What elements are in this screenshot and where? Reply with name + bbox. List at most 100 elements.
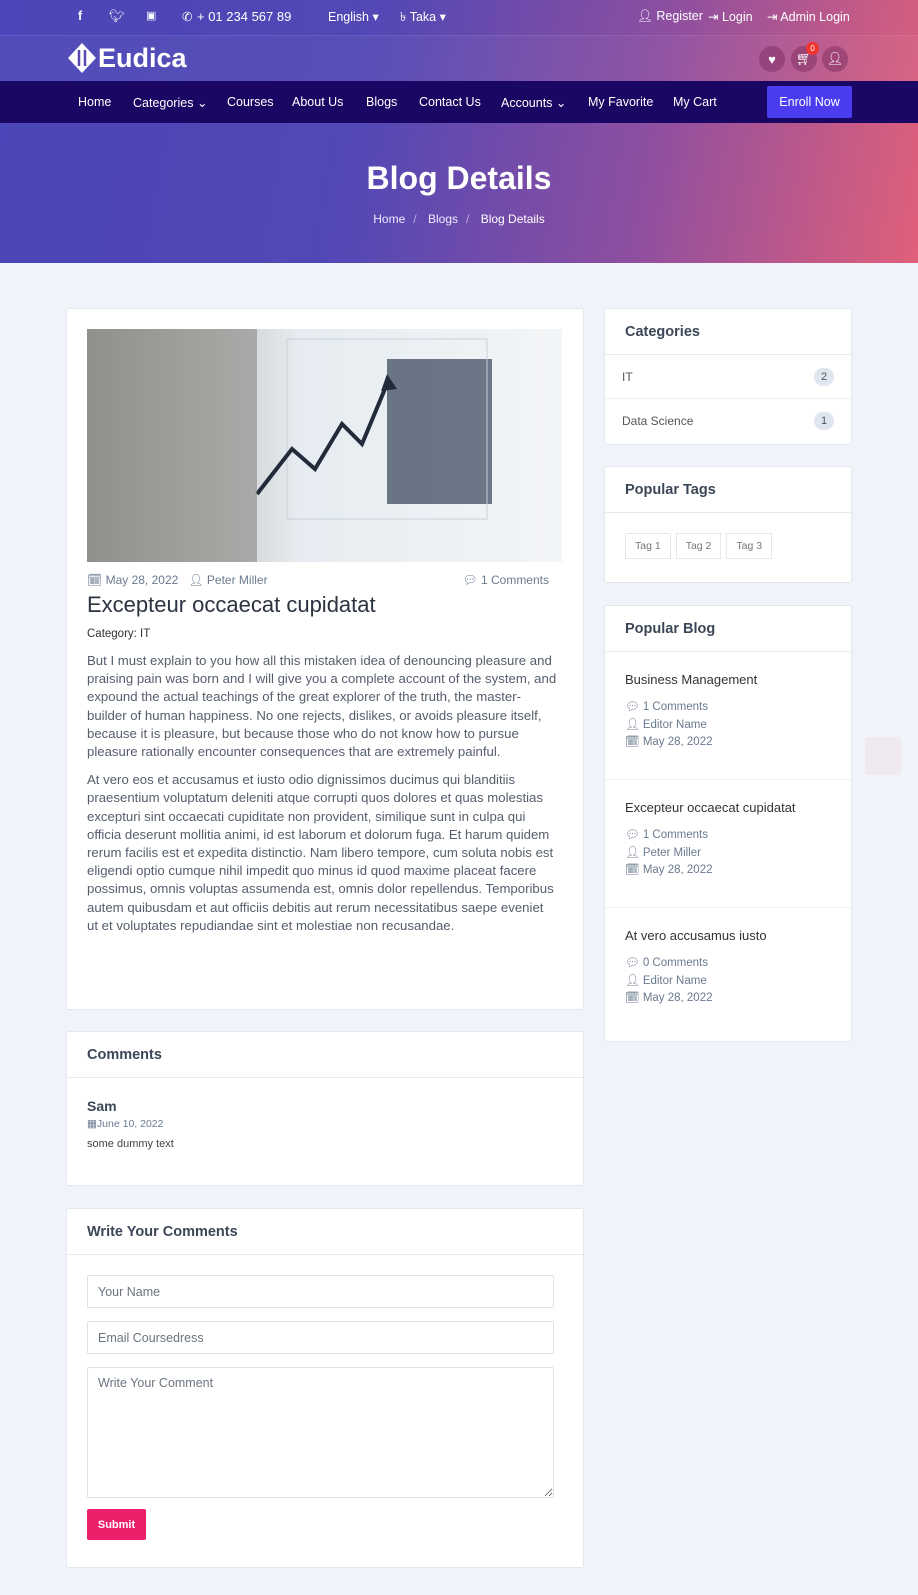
nav-blogs[interactable]: Blogs [366,95,397,109]
nav-accounts-label: Accounts [501,96,553,110]
login-link[interactable]: ⇥ Login [708,9,753,24]
post-title: Excepteur occaecat cupidatat [87,592,376,617]
popular-blog-item[interactable]: At vero accusamus iusto 💬︎ 0 Comments 👤︎… [605,908,851,1036]
scroll-to-top-button[interactable] [865,737,901,775]
tags-title: Popular Tags [605,467,851,513]
favorite-heart-icon[interactable]: ♥ [759,46,785,72]
logo[interactable]: Eudica [66,42,187,74]
user-icon: 👤︎ [188,573,204,587]
nav-my-cart[interactable]: My Cart [673,95,717,109]
comments-label: 1 Comments [642,829,708,841]
category-name: IT [622,369,633,384]
author-label: Editor Name [642,974,707,987]
submit-button[interactable]: Submit [87,1509,146,1540]
category-item[interactable]: Data Science 1 [605,399,851,443]
comment-author: Sam [87,1098,117,1114]
category-count: 1 [814,412,834,430]
author-label: Editor Name [642,718,707,731]
blog-image [87,329,562,562]
name-input[interactable] [87,1275,554,1308]
nav-about[interactable]: About Us [292,95,343,109]
breadcrumb-home[interactable]: Home [373,212,405,226]
language-select[interactable]: English ▾ [328,9,379,24]
popular-blog-author: 👤︎ Editor Name [625,973,831,991]
calendar-icon: 🗓︎ [625,864,640,876]
nav-home[interactable]: Home [78,95,111,109]
popular-blog-comments: 💬︎ 1 Comments [625,699,831,717]
currency-label: Taka [409,10,437,24]
tag-list: Tag 1 Tag 2 Tag 3 [605,513,851,579]
popular-blog-item-title[interactable]: At vero accusamus iusto [625,928,831,943]
comments-label: 1 Comments [642,701,708,713]
popular-blog-item-title[interactable]: Excepteur occaecat cupidatat [625,800,831,815]
comment-form-card: Write Your Comments Submit [66,1208,584,1568]
breadcrumb-blogs[interactable]: Blogs [428,212,458,226]
tags-card: Popular Tags Tag 1 Tag 2 Tag 3 [604,466,852,583]
phone-number: + 01 234 567 89 [197,9,292,24]
admin-login-label: Admin Login [780,10,850,24]
admin-login-link[interactable]: ⇥ Admin Login [767,9,850,24]
date-label: May 28, 2022 [642,736,713,748]
post-author[interactable]: Peter Miller [207,573,268,587]
tag[interactable]: Tag 2 [675,533,722,559]
breadcrumb: Home / Blogs / Blog Details [373,212,545,226]
currency-select[interactable]: ৳ Taka ▾ [400,9,446,29]
chevron-down-icon: ⌄ [555,96,567,110]
tag[interactable]: Tag 1 [625,533,671,559]
comment-textarea[interactable] [87,1367,554,1498]
facebook-icon[interactable]: f [78,9,82,23]
calendar-icon: 🗓︎ [625,736,640,748]
twitter-icon[interactable]: 🐦︎ [109,9,125,24]
youtube-icon[interactable]: ▣ [146,9,156,22]
nav-accounts[interactable]: Accounts ⌄ [501,95,566,110]
categories-title: Categories [605,309,851,355]
nav-my-favorite[interactable]: My Favorite [588,95,653,109]
categories-card: Categories IT 2 Data Science 1 [604,308,852,445]
chevron-down-icon: ⌄ [196,96,208,110]
comment-date-label: June 10, 2022 [96,1118,164,1130]
tag[interactable]: Tag 3 [726,533,773,559]
language-label: English [328,10,369,24]
enroll-now-button[interactable]: Enroll Now [767,86,852,118]
main-nav: Home Categories ⌄ Courses About Us Blogs… [0,81,918,123]
comments-count-label: 1 Comments [480,573,549,587]
popular-blog-card: Popular Blog Business Management 💬︎ 1 Co… [604,605,852,1042]
comments-label: 0 Comments [642,957,708,969]
logo-text: Eudica [98,42,187,73]
user-icon: 👤︎ [637,9,653,23]
author-label: Peter Miller [642,846,701,859]
user-icon: 👤︎ [625,718,640,731]
sign-in-icon: ⇥ [767,10,778,24]
popular-blog-item[interactable]: Excepteur occaecat cupidatat 💬︎ 1 Commen… [605,780,851,908]
comment-icon: 💬︎ [625,957,640,969]
comment-form [67,1255,583,1531]
page-title: Blog Details [366,160,552,196]
popular-blog-date: 🗓︎ May 28, 2022 [625,734,831,752]
calendar-icon: 🗓︎ [87,573,103,587]
email-input[interactable] [87,1321,554,1354]
blog-post-card: 🗓︎ May 28, 2022 👤︎ Peter Miller 💬︎ 1 Com… [66,308,584,1010]
logo-icon [68,43,96,73]
comment-form-title: Write Your Comments [67,1209,583,1255]
popular-blog-date: 🗓︎ May 28, 2022 [625,862,831,880]
popular-blog-date: 🗓︎ May 28, 2022 [625,990,831,1008]
comments-card: Comments Sam ▦June 10, 2022 some dummy t… [66,1031,584,1186]
sign-in-icon: ⇥ [708,10,719,24]
popular-blog-item[interactable]: Business Management 💬︎ 1 Comments 👤︎ Edi… [605,652,851,780]
category-item[interactable]: IT 2 [605,355,851,399]
nav-categories[interactable]: Categories ⌄ [133,95,207,110]
date-label: May 28, 2022 [642,992,713,1004]
user-icon[interactable]: 👤︎ [822,46,848,72]
nav-courses[interactable]: Courses [227,95,274,109]
nav-contact[interactable]: Contact Us [419,95,481,109]
post-comments-count[interactable]: 💬︎ 1 Comments [462,573,549,587]
post-paragraph: At vero eos et accusamus et iusto odio d… [87,772,554,933]
user-icon: 👤︎ [625,846,640,859]
popular-blog-item-title[interactable]: Business Management [625,672,831,687]
comment-icon: 💬︎ [625,701,640,713]
post-body: But I must explain to you how all this m… [87,652,557,945]
register-link[interactable]: 👤︎ Register [637,9,703,24]
category-name: Data Science [622,414,694,428]
popular-blog-author: 👤︎ Editor Name [625,717,831,735]
post-meta: 🗓︎ May 28, 2022 👤︎ Peter Miller [87,573,268,587]
